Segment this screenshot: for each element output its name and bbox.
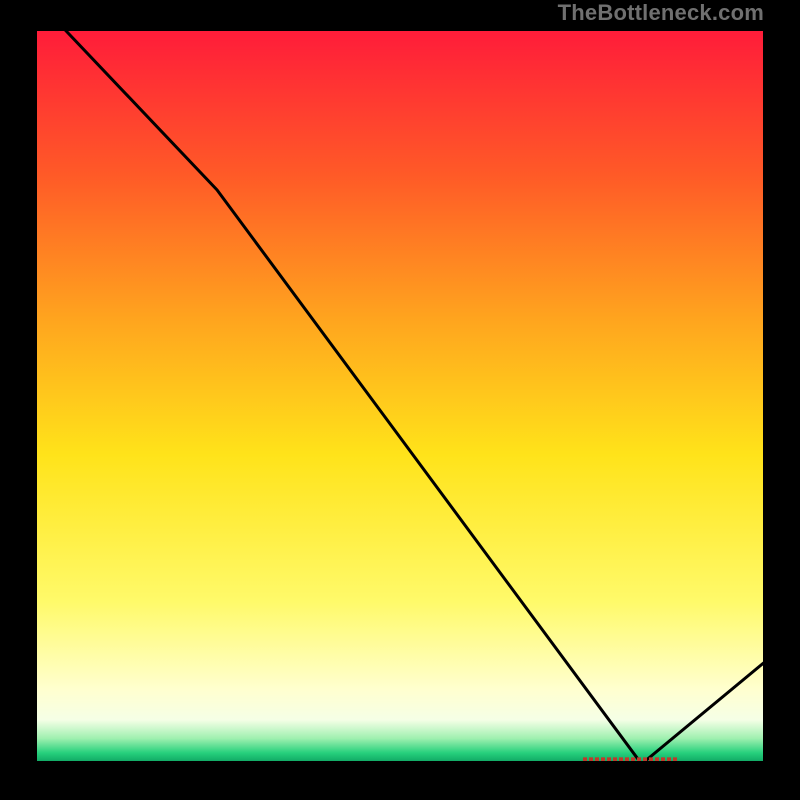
chart-frame: TheBottleneck.com	[0, 0, 800, 800]
chart-svg	[0, 0, 800, 800]
watermark-text: TheBottleneck.com	[558, 0, 764, 26]
plot-background	[34, 28, 766, 764]
